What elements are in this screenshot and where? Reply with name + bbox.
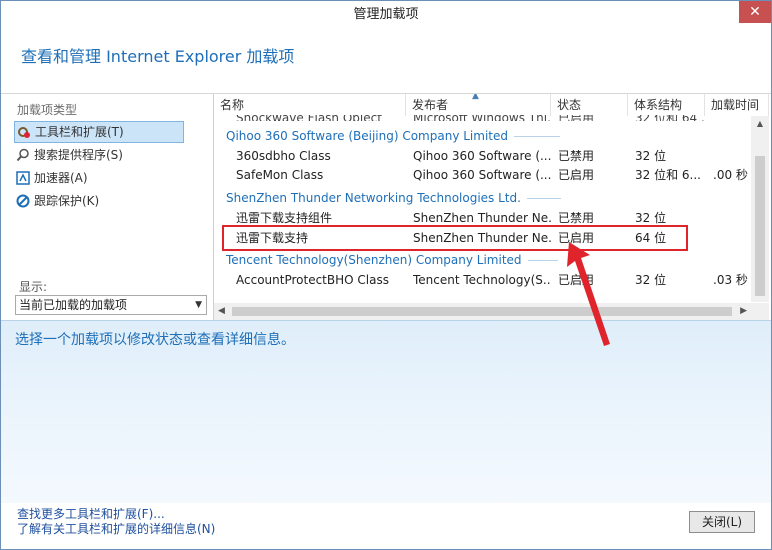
vertical-scrollbar[interactable]: ▲	[751, 116, 769, 302]
details-panel: 选择一个加载项以修改状态或查看详细信息。	[1, 320, 771, 504]
scroll-up-icon[interactable]: ▲	[751, 116, 769, 132]
horizontal-scrollbar[interactable]: ◀ ▶	[214, 303, 769, 320]
show-filter-value: 当前已加载的加载项	[19, 298, 128, 312]
manage-addons-window: 管理加载项 ✕ 查看和管理 Internet Explorer 加载项 加载项类…	[0, 0, 772, 550]
type-tracking-protection[interactable]: 跟踪保护(K)	[14, 191, 105, 211]
gear-icon	[17, 125, 31, 139]
type-toolbars-extensions[interactable]: 工具栏和扩展(T)	[14, 121, 184, 143]
chevron-down-icon: ▼	[195, 300, 202, 310]
show-filter-select[interactable]: 当前已加载的加载项 ▼	[15, 295, 207, 315]
type-accelerators[interactable]: 加速器(A)	[14, 168, 94, 188]
tracking-protection-icon	[16, 194, 30, 208]
title-bar: 管理加载项 ✕	[1, 1, 771, 29]
addon-types-panel: 加载项类型 工具栏和扩展(T) 搜索提供程序(S) 加速器(A) 跟踪保护(K)	[1, 94, 210, 320]
group-header-thunder: ShenZhen Thunder Networking Technologies…	[214, 188, 750, 208]
page-title: 查看和管理 Internet Explorer 加载项	[21, 47, 295, 66]
table-row[interactable]: 360sdbho Class Qihoo 360 Software (... 已…	[214, 146, 750, 166]
search-icon	[16, 148, 30, 162]
vertical-scroll-thumb[interactable]	[755, 156, 765, 296]
group-header-tencent: Tencent Technology(Shenzhen) Company Lim…	[214, 250, 750, 270]
type-label: 跟踪保护(K)	[34, 194, 100, 208]
scroll-left-icon[interactable]: ◀	[218, 303, 225, 320]
scroll-right-icon[interactable]: ▶	[740, 303, 747, 320]
type-label: 加速器(A)	[34, 171, 88, 185]
footer: 查找更多工具栏和扩展(F)... 了解有关工具栏和扩展的详细信息(N) 关闭(L…	[1, 503, 771, 549]
column-header-name[interactable]: 名称	[214, 94, 406, 116]
details-hint: 选择一个加载项以修改状态或查看详细信息。	[15, 332, 295, 348]
window-title: 管理加载项	[353, 7, 419, 22]
header: 查看和管理 Internet Explorer 加载项	[1, 29, 771, 94]
learn-more-link[interactable]: 了解有关工具栏和扩展的详细信息(N)	[17, 520, 215, 537]
horizontal-scroll-thumb[interactable]	[232, 307, 732, 316]
addon-list: 名称 发布者 ▲ 状态 体系结构 加载时间 Shockwave Flash Ob…	[213, 94, 769, 320]
window-close-button[interactable]: ✕	[739, 1, 771, 23]
table-row[interactable]: AccountProtectBHO Class Tencent Technolo…	[214, 270, 750, 290]
table-row[interactable]: 迅雷下载支持组件 ShenZhen Thunder Ne... 已禁用 32 位	[214, 208, 750, 228]
column-header-architecture[interactable]: 体系结构	[628, 94, 705, 116]
column-header-status[interactable]: 状态	[551, 94, 628, 116]
close-button[interactable]: 关闭(L)	[689, 511, 755, 533]
table-row-highlighted[interactable]: 迅雷下载支持 ShenZhen Thunder Ne... 已启用 64 位	[214, 228, 750, 248]
addon-types-label: 加载项类型	[17, 103, 78, 117]
table-row[interactable]: SafeMon Class Qihoo 360 Software (... 已启…	[214, 165, 750, 185]
show-label: 显示:	[19, 280, 48, 294]
column-header-load-time[interactable]: 加载时间	[705, 94, 769, 116]
table-row-partial[interactable]: Shockwave Flash Object Microsoft Windows…	[214, 115, 750, 121]
type-label: 搜索提供程序(S)	[34, 148, 123, 162]
accelerator-icon	[16, 171, 30, 185]
group-header-qihoo: Qihoo 360 Software (Beijing) Company Lim…	[214, 126, 750, 146]
type-label: 工具栏和扩展(T)	[35, 125, 124, 139]
sort-ascending-icon: ▲	[472, 94, 479, 101]
type-search-providers[interactable]: 搜索提供程序(S)	[14, 145, 129, 165]
